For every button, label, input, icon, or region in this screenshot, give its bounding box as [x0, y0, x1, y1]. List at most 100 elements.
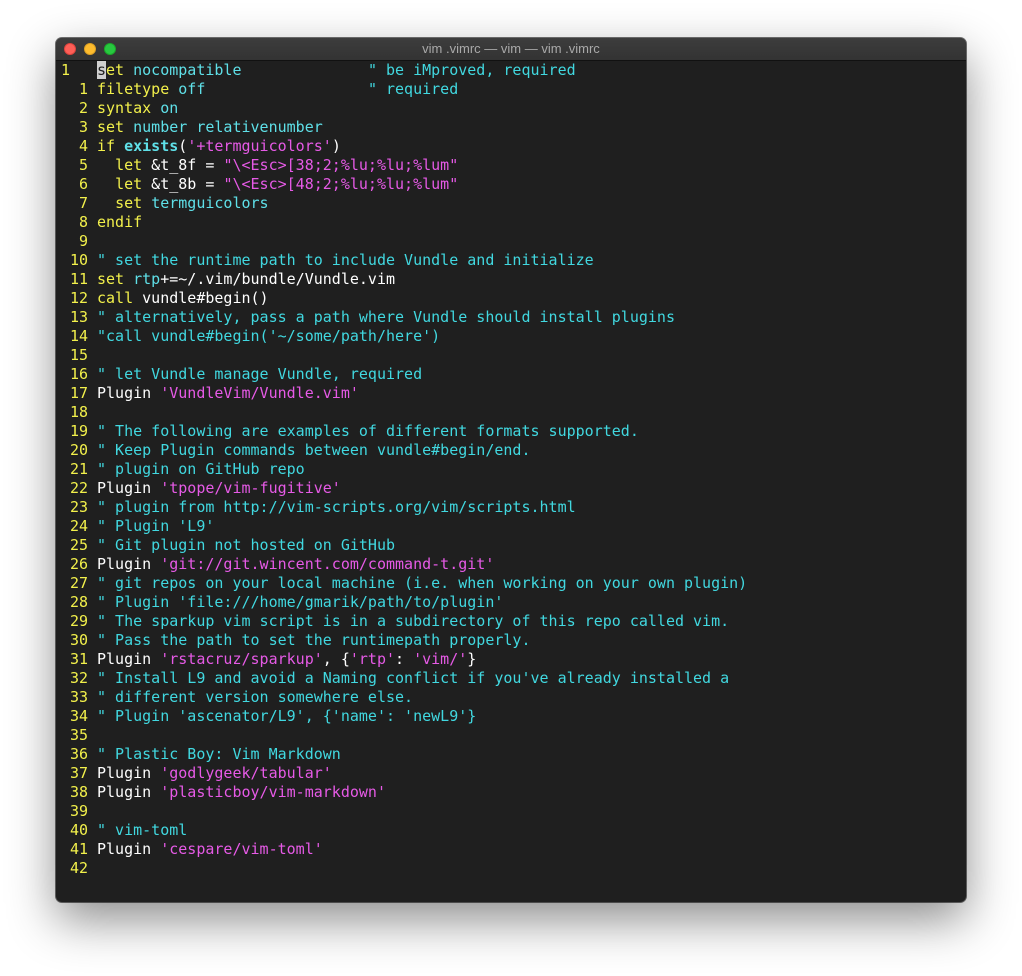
line-number: 21	[69, 460, 88, 478]
editor-line[interactable]: 1 filetype off " required	[56, 80, 966, 99]
editor-line[interactable]: 31 Plugin 'rstacruz/sparkup', {'rtp': 'vi…	[56, 650, 966, 669]
line-number: 36	[69, 745, 88, 763]
editor-line[interactable]: 5 let &t_8f = "\<Esc>[38;2;%lu;%lu;%lum"	[56, 156, 966, 175]
code-token: " The sparkup vim script is in a subdire…	[97, 612, 730, 630]
line-number: 16	[69, 365, 88, 383]
line-code: " alternatively, pass a path where Vundl…	[97, 308, 675, 326]
line-code: Plugin 'tpope/vim-fugitive'	[97, 479, 341, 497]
line-number: 11	[69, 270, 88, 288]
code-token: et	[106, 61, 125, 79]
editor-line[interactable]: 13 " alternatively, pass a path where Vun…	[56, 308, 966, 327]
title-bar[interactable]: vim .vimrc — vim — vim .vimrc	[56, 38, 966, 61]
code-token: set	[97, 270, 125, 288]
editor-line[interactable]: 41 Plugin 'cespare/vim-toml'	[56, 840, 966, 859]
line-code: " git repos on your local machine (i.e. …	[97, 574, 747, 592]
editor-line[interactable]: 1 set nocompatible " be iMproved, require…	[56, 61, 966, 80]
code-token: " Pass the path to set the runtimepath p…	[97, 631, 531, 649]
editor-line[interactable]: 17 Plugin 'VundleVim/Vundle.vim'	[56, 384, 966, 403]
line-code: " The following are examples of differen…	[97, 422, 639, 440]
code-token: " let Vundle manage Vundle, required	[97, 365, 423, 383]
editor-line[interactable]: 36 " Plastic Boy: Vim Markdown	[56, 745, 966, 764]
line-code: " The sparkup vim script is in a subdire…	[97, 612, 729, 630]
line-number: 2	[78, 99, 88, 117]
editor-line[interactable]: 39	[56, 802, 966, 821]
editor-line[interactable]: 23 " plugin from http://vim-scripts.org/v…	[56, 498, 966, 517]
editor-line[interactable]: 21 " plugin on GitHub repo	[56, 460, 966, 479]
editor-line[interactable]: 30 " Pass the path to set the runtimepath…	[56, 631, 966, 650]
code-token: &t_8b =	[142, 175, 224, 193]
code-token: 'godlygeek/tabular'	[160, 764, 332, 782]
editor-line[interactable]: 10 " set the runtime path to include Vund…	[56, 251, 966, 270]
code-token: let	[115, 175, 143, 193]
editor-line[interactable]: 38 Plugin 'plasticboy/vim-markdown'	[56, 783, 966, 802]
code-token: Plugin	[97, 650, 161, 668]
editor-line[interactable]: 27 " git repos on your local machine (i.e…	[56, 574, 966, 593]
editor-line[interactable]: 11 set rtp+=~/.vim/bundle/Vundle.vim	[56, 270, 966, 289]
line-code: " Keep Plugin commands between vundle#be…	[97, 441, 530, 459]
editor-line[interactable]: 33 " different version somewhere else.	[56, 688, 966, 707]
vim-editor[interactable]: 1 set nocompatible " be iMproved, require…	[56, 61, 966, 902]
code-token: 'VundleVim/Vundle.vim'	[160, 384, 359, 402]
editor-line[interactable]: 16 " let Vundle manage Vundle, required	[56, 365, 966, 384]
line-number: 15	[69, 346, 88, 364]
line-number: 24	[69, 517, 88, 535]
editor-line[interactable]: 2 syntax on	[56, 99, 966, 118]
code-token: }	[467, 650, 477, 668]
editor-line[interactable]: 14 "call vundle#begin('~/some/path/here')	[56, 327, 966, 346]
code-token: " plugin on GitHub repo	[97, 460, 305, 478]
code-token: set	[115, 194, 143, 212]
code-token: "call vundle#begin('~/some/path/here')	[97, 327, 441, 345]
editor-line[interactable]: 20 " Keep Plugin commands between vundle#…	[56, 441, 966, 460]
editor-line[interactable]: 26 Plugin 'git://git.wincent.com/command-…	[56, 555, 966, 574]
code-token: :	[395, 650, 414, 668]
editor-line[interactable]: 42	[56, 859, 966, 878]
code-token: Plugin	[97, 384, 161, 402]
code-token: 'tpope/vim-fugitive'	[160, 479, 341, 497]
code-token: call	[97, 289, 134, 307]
code-token: 'rtp'	[349, 650, 396, 668]
code-token: " be iMproved, required	[367, 61, 576, 79]
editor-line[interactable]: 32 " Install L9 and avoid a Naming confli…	[56, 669, 966, 688]
editor-line[interactable]: 34 " Plugin 'ascenator/L9', {'name': 'new…	[56, 707, 966, 726]
editor-line[interactable]: 40 " vim-toml	[56, 821, 966, 840]
editor-line[interactable]: 24 " Plugin 'L9'	[56, 517, 966, 536]
editor-line[interactable]: 28 " Plugin 'file:///home/gmarik/path/to/…	[56, 593, 966, 612]
code-token: " Install L9 and avoid a Naming conflict…	[97, 669, 730, 687]
code-token: " Plastic Boy: Vim Markdown	[97, 745, 341, 763]
line-code: " Pass the path to set the runtimepath p…	[97, 631, 530, 649]
line-number: 29	[69, 612, 88, 630]
editor-line[interactable]: 35	[56, 726, 966, 745]
window-title: vim .vimrc — vim — vim .vimrc	[422, 41, 600, 56]
editor-line[interactable]: 9	[56, 232, 966, 251]
line-number: 34	[69, 707, 88, 725]
line-code: " let Vundle manage Vundle, required	[97, 365, 422, 383]
line-code: Plugin 'godlygeek/tabular'	[97, 764, 332, 782]
line-number: 7	[78, 194, 88, 212]
code-token: Plugin	[97, 840, 161, 858]
editor-line[interactable]: 4 if exists('+termguicolors')	[56, 137, 966, 156]
line-number: 17	[69, 384, 88, 402]
editor-line[interactable]: 37 Plugin 'godlygeek/tabular'	[56, 764, 966, 783]
line-number: 37	[69, 764, 88, 782]
line-code: set rtp+=~/.vim/bundle/Vundle.vim	[97, 270, 395, 288]
line-code: " plugin on GitHub repo	[97, 460, 305, 478]
editor-line[interactable]: 18	[56, 403, 966, 422]
code-token: "\<Esc>[38;2;%lu;%lu;%lum"	[223, 156, 459, 174]
editor-line[interactable]: 6 let &t_8b = "\<Esc>[48;2;%lu;%lu;%lum"	[56, 175, 966, 194]
editor-line[interactable]: 19 " The following are examples of differ…	[56, 422, 966, 441]
editor-line[interactable]: 3 set number relativenumber	[56, 118, 966, 137]
line-number: 12	[69, 289, 88, 307]
editor-line[interactable]: 15	[56, 346, 966, 365]
editor-line[interactable]: 29 " The sparkup vim script is in a subdi…	[56, 612, 966, 631]
editor-line[interactable]: 12 call vundle#begin()	[56, 289, 966, 308]
code-token: 'rstacruz/sparkup'	[160, 650, 323, 668]
editor-line[interactable]: 7 set termguicolors	[56, 194, 966, 213]
line-code: syntax on	[97, 99, 178, 117]
editor-line[interactable]: 22 Plugin 'tpope/vim-fugitive'	[56, 479, 966, 498]
editor-line[interactable]: 8 endif	[56, 213, 966, 232]
line-number: 14	[69, 327, 88, 345]
editor-line[interactable]: 25 " Git plugin not hosted on GitHub	[56, 536, 966, 555]
